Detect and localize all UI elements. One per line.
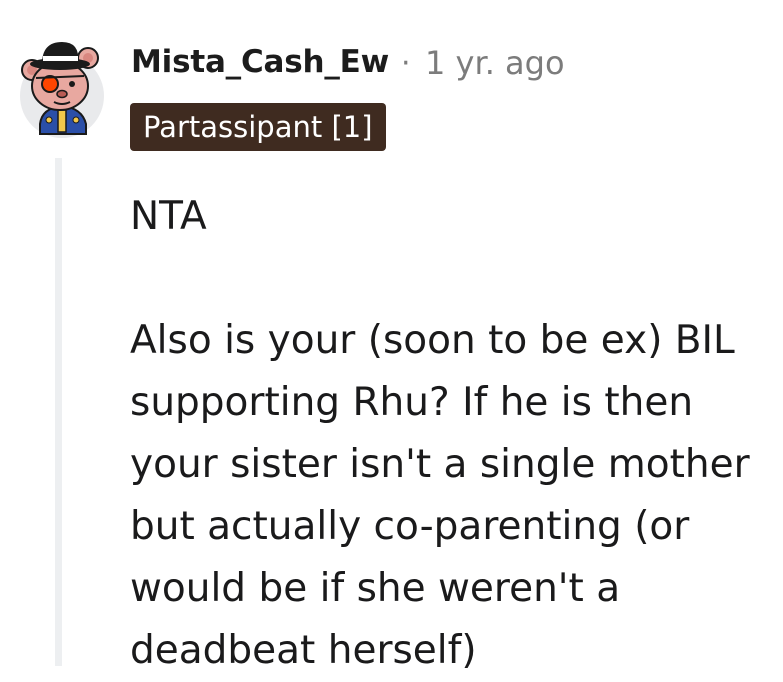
comment-paragraph: Also is your (soon to be ex) BIL support…	[130, 318, 750, 673]
user-avatar[interactable]	[18, 28, 108, 138]
thread-collapse-line[interactable]	[55, 158, 62, 666]
user-flair-badge: Partassipant [1]	[130, 103, 386, 151]
meta-separator: ·	[401, 46, 411, 81]
comment-timestamp[interactable]: 1 yr. ago	[425, 44, 565, 82]
comment-paragraph: NTA	[130, 194, 207, 239]
comment-author[interactable]: Mista_Cash_Ew	[131, 44, 389, 80]
snoo-avatar-icon	[21, 42, 99, 135]
comment-body: NTA Also is your (soon to be ex) BIL sup…	[130, 186, 770, 682]
